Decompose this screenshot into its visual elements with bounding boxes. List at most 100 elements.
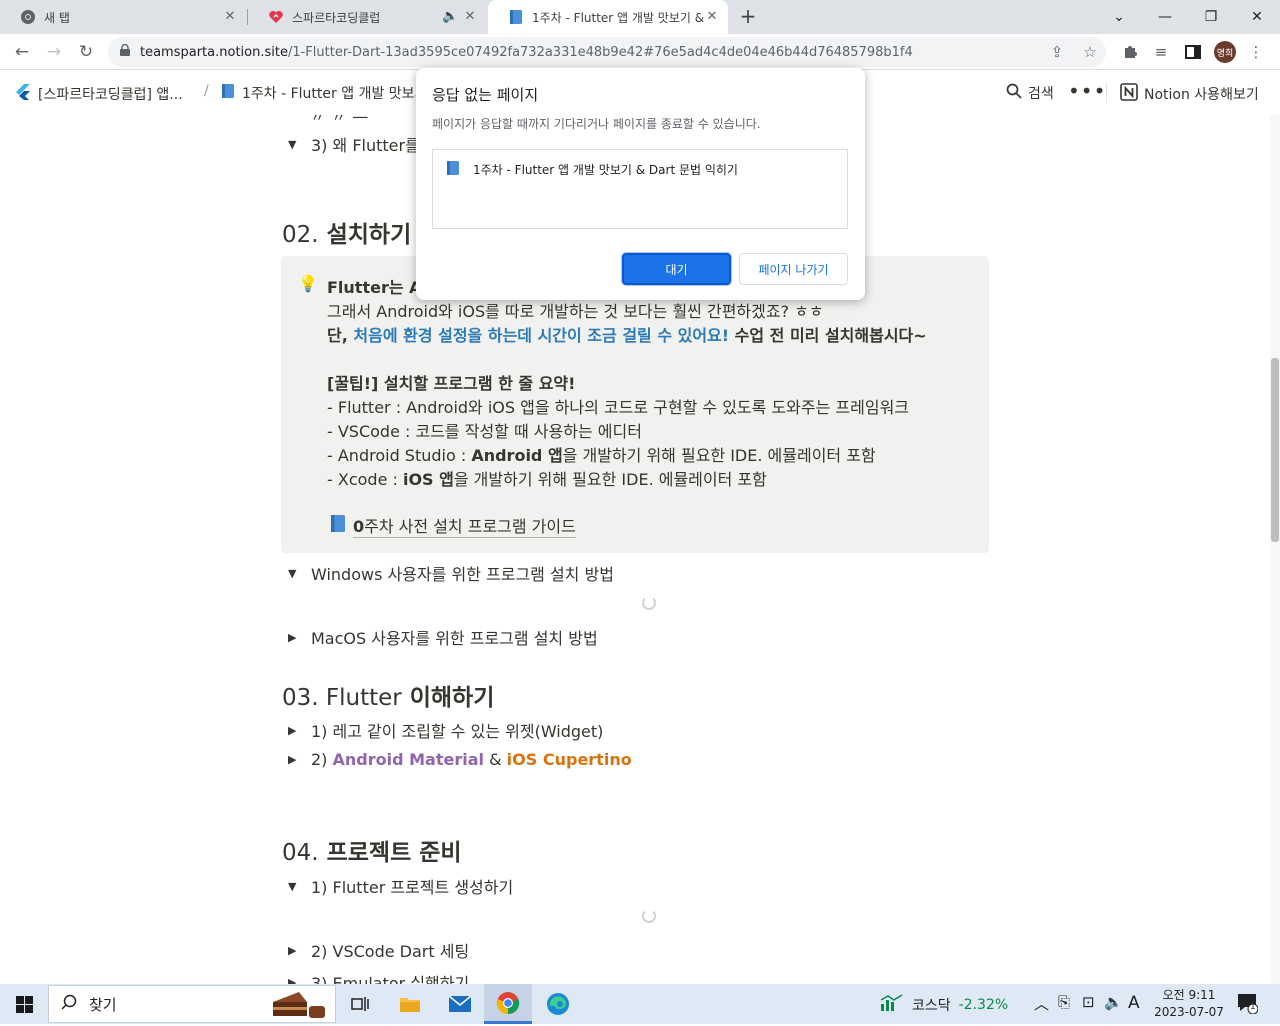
webcam-icon[interactable]: ⎘ (1058, 993, 1070, 1011)
address-bar[interactable]: teamsparta.notion.site/1-Flutter-Dart-13… (108, 37, 1106, 67)
callout-list-item: - Flutter : Android와 iOS 앱을 하나의 코드로 구현할 … (327, 394, 909, 418)
close-icon[interactable]: ✕ (704, 9, 720, 25)
wait-button[interactable]: 대기 (621, 252, 732, 286)
toggle-why-flutter[interactable]: ▼ 3) 왜 Flutter를 (288, 132, 420, 156)
back-arrow-icon[interactable]: ← (8, 38, 36, 66)
toggle-label: 2) VSCode Dart 세팅 (311, 942, 470, 961)
mail-icon[interactable] (436, 984, 484, 1024)
toggle-expanded-arrow-icon[interactable]: ▼ (288, 138, 299, 151)
toggle-windows-install[interactable]: ▼ Windows 사용자를 위한 프로그램 설치 방법 (288, 561, 614, 585)
toggle-create-project[interactable]: ▼ 1) Flutter 프로젝트 생성하기 (288, 874, 513, 898)
url-path: /1-Flutter-Dart-13ad3595ce07492fa732a331… (287, 44, 913, 60)
toggle-collapsed-arrow-icon[interactable]: ▶ (288, 753, 299, 766)
dialog-page-list: 1주차 - Flutter 앱 개발 맛보기 & Dart 문법 익히기 (432, 149, 848, 229)
dialog-page-title: 1주차 - Flutter 앱 개발 맛보기 & Dart 문법 익히기 (473, 163, 738, 177)
section-heading-project-setup: 04. 프로젝트 준비 (282, 833, 462, 867)
stock-widget[interactable]: 코스닥 -2.32% (880, 994, 1008, 1016)
callout-tip-title: [꿀팁!] 설치할 프로그램 한 줄 요약! (327, 374, 576, 393)
tab-search-chevron-icon[interactable]: ⌄ (1096, 0, 1142, 34)
tab-strip: 새 탭 ✕ 스파르타코딩클럽 🔈 ✕ 1주차 - Flutter 앱 개발 맛보… (0, 0, 1280, 34)
scrollbar-thumb[interactable] (1271, 358, 1279, 542)
try-notion-button[interactable]: Notion 사용해보기 (1120, 83, 1259, 105)
toggle-collapsed-arrow-icon[interactable]: ▶ (288, 631, 299, 644)
callout-text: - Flutter : Android와 iOS 앱을 하나의 코드로 구현할 … (327, 398, 910, 417)
media-queue-icon[interactable]: ≡ (1148, 39, 1174, 65)
dialog-title: 응답 없는 페이지 (432, 86, 539, 104)
toggle-text: 2) (311, 750, 333, 769)
dialog-page-item: 1주차 - Flutter 앱 개발 맛보기 & Dart 문법 익히기 (445, 160, 738, 179)
extensions-puzzle-icon[interactable] (1117, 39, 1143, 65)
task-view-icon[interactable] (336, 984, 384, 1024)
volume-icon[interactable]: 🔈 (1104, 993, 1123, 1011)
profile-avatar[interactable]: 명희 (1214, 41, 1236, 63)
notification-center-icon[interactable]: 1 (1236, 992, 1260, 1016)
toggle-expanded-arrow-icon[interactable]: ▼ (288, 567, 299, 580)
loading-spinner-icon (642, 596, 656, 610)
section-heading-install: 02. 설치하기 (282, 215, 411, 249)
mute-speaker-icon[interactable]: 🔈 (442, 9, 458, 25)
search-button[interactable]: 검색 (1006, 83, 1054, 103)
chrome-menu-icon[interactable]: ⋮ (1243, 39, 1269, 65)
chrome-icon (20, 9, 36, 25)
toggle-vscode-dart[interactable]: ▶ 2) VSCode Dart 세팅 (288, 938, 469, 962)
network-icon[interactable]: ⊡ (1082, 993, 1095, 1011)
minimize-button[interactable]: — (1142, 0, 1188, 34)
taskbar-search-box[interactable]: 찾기 (48, 985, 336, 1023)
bookmark-star-icon[interactable]: ☆ (1077, 39, 1103, 65)
toggle-label: 1) 레고 같이 조립할 수 있는 위젯(Widget) (311, 722, 604, 741)
tab-spartacoding[interactable]: 스파르타코딩클럽 🔈 ✕ (248, 0, 486, 34)
toggle-expanded-arrow-icon[interactable]: ▼ (288, 880, 299, 893)
tab-title: 새 탭 (44, 10, 70, 25)
share-icon[interactable]: ⇪ (1044, 39, 1070, 65)
file-explorer-icon[interactable] (386, 984, 434, 1024)
page-scrollbar[interactable] (1270, 115, 1280, 984)
toggle-label: 1) Flutter 프로젝트 생성하기 (311, 878, 514, 897)
toggle-collapsed-arrow-icon[interactable]: ▶ (288, 724, 299, 737)
breadcrumb-item-course[interactable]: [스파르타코딩클럽] 앱... (14, 83, 183, 105)
close-icon[interactable]: ✕ (462, 9, 478, 25)
close-window-button[interactable]: ✕ (1234, 0, 1280, 34)
toggle-macos-install[interactable]: ▶ MacOS 사용자를 위한 프로그램 설치 방법 (288, 625, 598, 649)
tab-flutter-week1[interactable]: 1주차 - Flutter 앱 개발 맛보기 & Dart 문법 익히기 ✕ (488, 0, 728, 34)
tab-new-tab[interactable]: 새 탭 ✕ (0, 0, 246, 34)
book-icon (445, 160, 461, 179)
close-icon[interactable]: ✕ (222, 9, 238, 25)
toggle-collapsed-arrow-icon[interactable]: ▶ (288, 944, 299, 957)
search-label: 검색 (1028, 86, 1054, 102)
taskbar-clock[interactable]: 오전 9:11 2023-07-07 (1148, 987, 1230, 1021)
toggle-material-cupertino[interactable]: ▶ 2) Android Material & iOS Cupertino (288, 750, 632, 769)
windows-taskbar: 찾기 코스닥 -2.32% ︿ ⎘ ⊡ 🔈 A 오전 9:11 2023-07-… (0, 984, 1280, 1024)
tab-title: 1주차 - Flutter 앱 개발 맛보기 & Dart 문법 익히기 (532, 10, 704, 25)
toggle-highlight-android: Android Material (332, 750, 485, 769)
breadcrumb-item-week1[interactable]: 1주차 - Flutter 앱 개발 맛보기 (220, 83, 427, 103)
toggle-widget[interactable]: ▶ 1) 레고 같이 조립할 수 있는 위젯(Widget) (288, 718, 603, 742)
callout-text: - VSCode : 코드를 작성할 때 사용하는 에디터 (327, 422, 642, 441)
callout-text: 을 개발하기 위해 필요한 IDE. 에뮬레이터 포함 (562, 446, 876, 465)
stock-chart-icon (880, 994, 904, 1016)
ime-indicator[interactable]: A (1128, 993, 1140, 1013)
stock-change: -2.32% (958, 997, 1009, 1013)
reload-icon[interactable]: ↻ (72, 38, 100, 66)
windows-start-icon[interactable] (0, 984, 48, 1024)
url-host: teamsparta.notion.site (140, 44, 288, 60)
edge-icon[interactable] (534, 984, 582, 1024)
taskbar-search-placeholder: 찾기 (89, 995, 117, 1014)
callout-list-item: - Android Studio : Android 앱을 개발하기 위해 필요… (327, 442, 876, 466)
toggle-label: Windows 사용자를 위한 프로그램 설치 방법 (311, 565, 614, 584)
forward-arrow-icon[interactable]: → (40, 38, 68, 66)
chrome-taskbar-icon[interactable] (484, 984, 532, 1024)
stock-name: 코스닥 (912, 998, 951, 1014)
book-icon (220, 83, 236, 103)
side-panel-icon[interactable] (1180, 39, 1206, 65)
toggle-emulator[interactable]: ▶ 3) Emulator 실행하기 (288, 970, 469, 984)
notification-count: 1 (1250, 1002, 1256, 1012)
page-link-install-guide[interactable]: 0주차 사전 설치 프로그램 가이드 (329, 513, 576, 538)
clock-time: 오전 9:11 (1162, 988, 1216, 1002)
more-options-icon[interactable]: ••• (1068, 79, 1106, 103)
callout-text: - Xcode : (327, 470, 403, 489)
new-tab-button[interactable]: + (736, 5, 760, 29)
tray-chevron-up-icon[interactable]: ︿ (1034, 993, 1049, 1014)
maximize-button[interactable]: ❐ (1188, 0, 1234, 34)
toggle-collapsed-arrow-icon[interactable]: ▶ (288, 976, 299, 985)
exit-page-button[interactable]: 페이지 나가기 (739, 253, 848, 285)
